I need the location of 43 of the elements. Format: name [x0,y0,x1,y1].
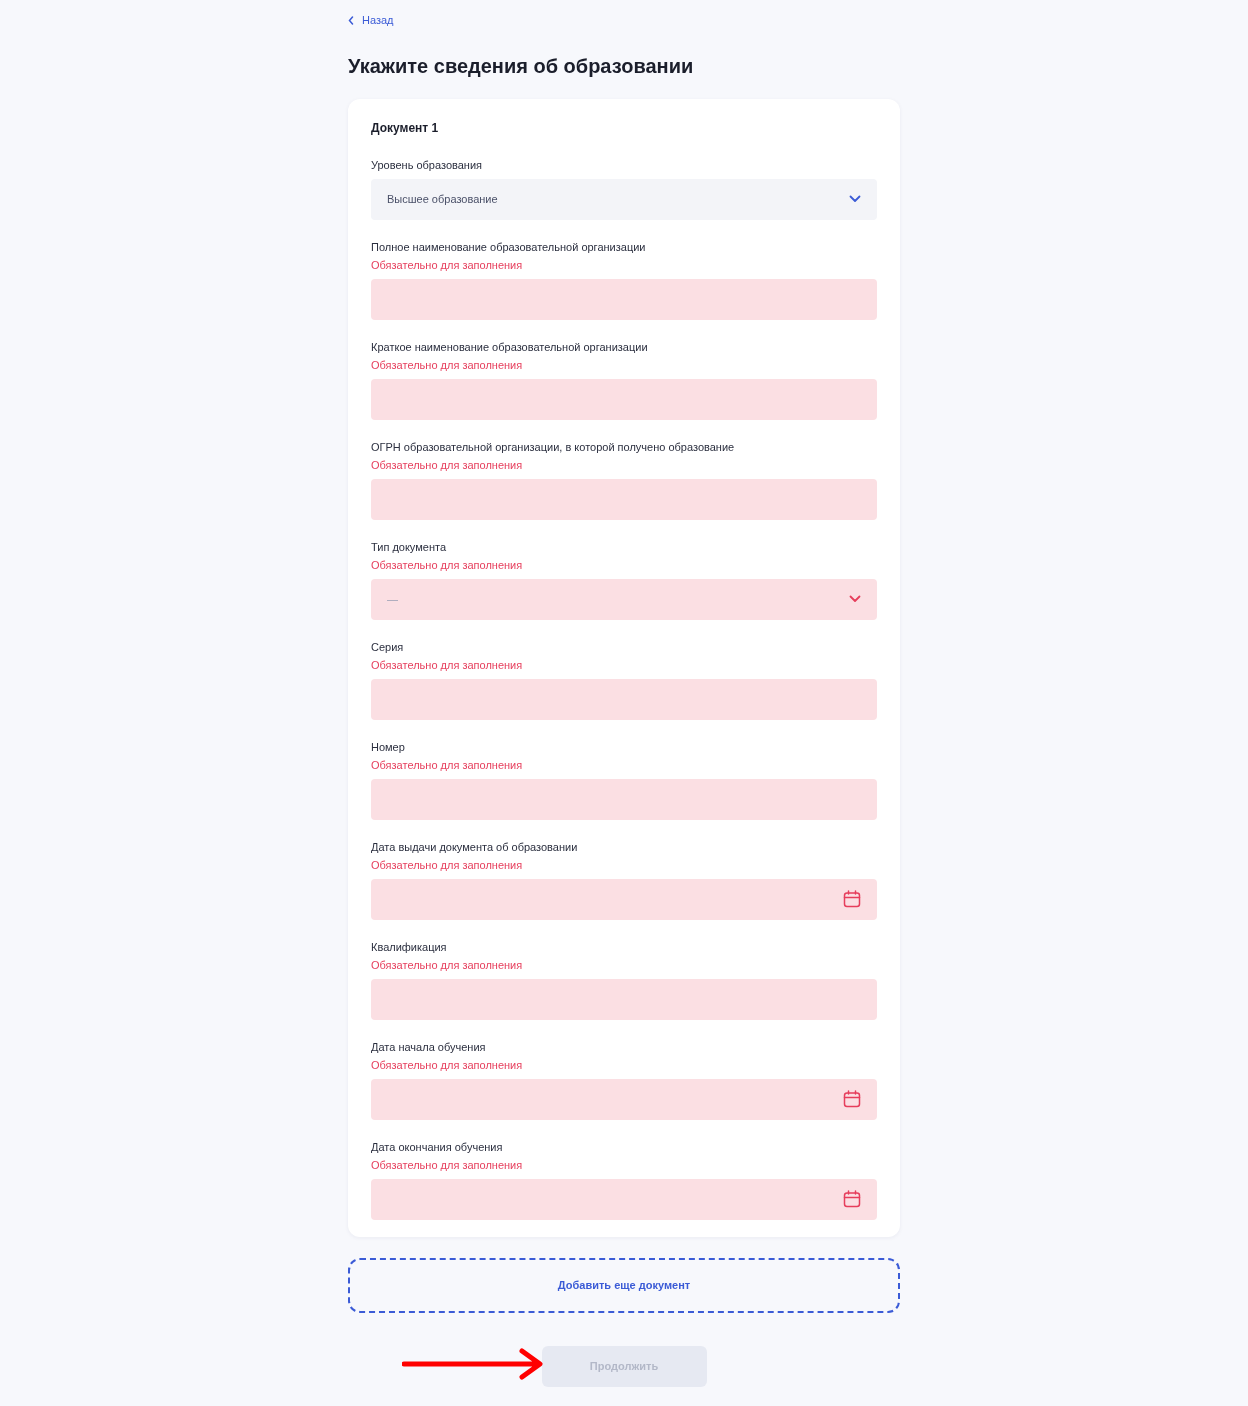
date-field[interactable] [371,878,877,920]
chevron-down-icon [849,595,861,603]
chevron-down-icon [849,195,861,203]
error-message: Обязательно для заполнения [371,357,524,373]
error-message: Обязательно для заполнения [371,657,524,673]
field-label: Дата начала обучения [371,1039,487,1055]
select-field[interactable]: Высшее образование [371,178,877,220]
date-field[interactable] [371,1078,877,1120]
calendar-icon [843,1190,861,1208]
field-label: Номер [371,739,406,755]
date-field[interactable] [371,1178,877,1220]
field-label: Дата окончания обучения [371,1139,504,1155]
field-label: Тип документа [371,539,448,555]
error-message: Обязательно для заполнения [371,757,524,773]
field-label: ОГРН образовательной организации, в которой получено образование [371,439,736,455]
field-label: Дата выдачи документа об образовании [371,839,579,855]
calendar-icon [843,890,861,908]
select-value: Высшее образование [387,191,498,207]
back-link[interactable]: Назад [348,12,394,29]
field-label: Краткое наименование образовательной организации [371,339,649,355]
error-message: Обязательно для заполнения [371,1157,524,1173]
field-label: Серия [371,639,405,655]
select-value: — [387,591,398,607]
input-field[interactable] [371,278,877,320]
field-label: Полное наименование образовательной организации [371,239,647,255]
page-title: Укажите сведения об образовании [348,53,695,79]
add-document-button[interactable]: Добавить еще документ [348,1257,900,1313]
input-field[interactable] [371,778,877,820]
chevron-left-icon [348,15,354,25]
error-message: Обязательно для заполнения [371,857,524,873]
input-field[interactable] [371,678,877,720]
error-message: Обязательно для заполнения [371,557,524,573]
input-field[interactable] [371,378,877,420]
error-message: Обязательно для заполнения [371,257,524,273]
input-field[interactable] [371,478,877,520]
field-label: Уровень образования [371,157,483,173]
calendar-icon [843,1090,861,1108]
card-heading: Документ 1 [371,119,440,137]
field-label: Квалификация [371,939,448,955]
error-message: Обязательно для заполнения [371,957,524,973]
input-field[interactable] [371,978,877,1020]
error-message: Обязательно для заполнения [371,1057,524,1073]
error-message: Обязательно для заполнения [371,457,524,473]
